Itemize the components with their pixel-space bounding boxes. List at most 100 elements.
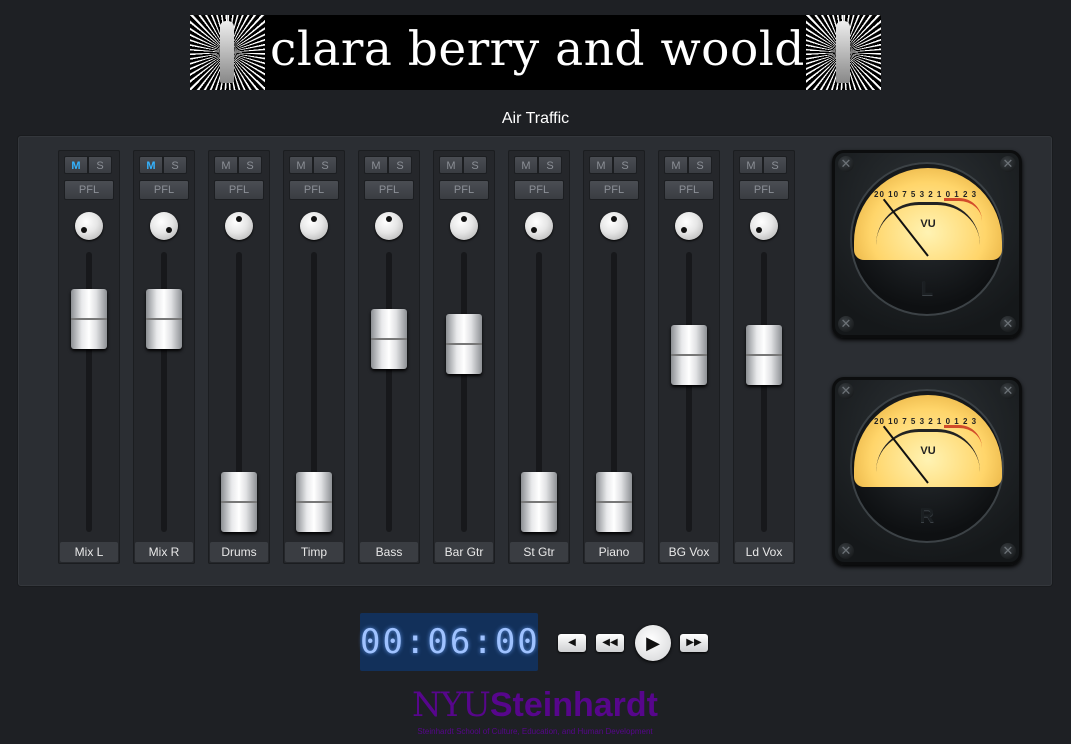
volume-fader[interactable] [296, 472, 332, 532]
pan-knob[interactable] [450, 212, 478, 240]
mute-button[interactable]: M [364, 156, 388, 174]
solo-button[interactable]: S [88, 156, 112, 174]
pfl-button[interactable]: PFL [139, 180, 189, 200]
fader-track [761, 252, 767, 532]
knob-indicator [681, 227, 687, 233]
mute-button[interactable]: M [739, 156, 763, 174]
channel-strip: M S PFL Timp [283, 150, 345, 564]
screw-icon: ✕ [838, 316, 854, 332]
knob-indicator [611, 216, 617, 222]
channel-label: Bass [360, 542, 418, 562]
mixer-console: ✕ ✕ ✕ ✕ 20 10 7 5 3 2 1 0 1 2 3 VU L ✕ ✕… [18, 136, 1052, 586]
channel-strip: M S PFL Bar Gtr [433, 150, 495, 564]
pfl-button[interactable]: PFL [439, 180, 489, 200]
pfl-button[interactable]: PFL [364, 180, 414, 200]
screw-icon: ✕ [838, 543, 854, 559]
channel-label: Drums [210, 542, 268, 562]
mute-button[interactable]: M [64, 156, 88, 174]
mute-button[interactable]: M [139, 156, 163, 174]
solo-button[interactable]: S [388, 156, 412, 174]
pfl-button[interactable]: PFL [289, 180, 339, 200]
volume-fader[interactable] [671, 324, 707, 385]
time-display: 00:06:00 [360, 613, 538, 671]
volume-fader[interactable] [596, 472, 632, 532]
channel-strip: M S PFL Bass [358, 150, 420, 564]
knob-indicator [461, 216, 467, 222]
solo-button[interactable]: S [163, 156, 187, 174]
mute-button[interactable]: M [589, 156, 613, 174]
solo-button[interactable]: S [538, 156, 562, 174]
pfl-button[interactable]: PFL [214, 180, 264, 200]
pan-knob[interactable] [75, 212, 103, 240]
pan-knob[interactable] [600, 212, 628, 240]
knob-indicator [531, 227, 537, 233]
fast-forward-button[interactable]: ▶▶ [680, 634, 708, 652]
volume-fader[interactable] [71, 289, 107, 350]
mute-button[interactable]: M [514, 156, 538, 174]
pfl-button[interactable]: PFL [589, 180, 639, 200]
knob-indicator [166, 227, 172, 233]
solo-button[interactable]: S [313, 156, 337, 174]
pfl-button[interactable]: PFL [64, 180, 114, 200]
pan-knob[interactable] [375, 212, 403, 240]
pfl-button[interactable]: PFL [514, 180, 564, 200]
vu-label: VU [920, 445, 936, 457]
solo-button[interactable]: S [613, 156, 637, 174]
volume-fader[interactable] [446, 313, 482, 374]
logo-nyu: NYU [412, 685, 491, 725]
volume-fader[interactable] [746, 324, 782, 385]
volume-fader[interactable] [146, 289, 182, 350]
volume-fader[interactable] [221, 472, 257, 532]
screw-icon: ✕ [1000, 156, 1016, 172]
pan-knob[interactable] [225, 212, 253, 240]
channel-label: Mix R [135, 542, 193, 562]
mute-button[interactable]: M [664, 156, 688, 174]
knob-indicator [756, 227, 762, 233]
knob-indicator [311, 216, 317, 222]
knob-indicator [386, 216, 392, 222]
meter-channel-label: R [919, 505, 935, 527]
nyu-steinhardt-logo: NYUSteinhardt Steinhardt School of Cultu… [400, 686, 670, 737]
artist-photo-right [806, 15, 881, 90]
logo-subtitle: Steinhardt School of Culture, Education,… [417, 727, 653, 736]
mute-button[interactable]: M [439, 156, 463, 174]
meter-scale: 20 10 7 5 3 2 1 0 1 2 3 [874, 190, 978, 199]
back-button[interactable]: ◀ [558, 634, 586, 652]
vu-label: VU [920, 218, 936, 230]
mute-button[interactable]: M [289, 156, 313, 174]
solo-button[interactable]: S [688, 156, 712, 174]
channel-strip: M S PFL Drums [208, 150, 270, 564]
solo-button[interactable]: S [763, 156, 787, 174]
fader-track [461, 252, 467, 532]
meter-scale: 20 10 7 5 3 2 1 0 1 2 3 [874, 417, 978, 426]
pfl-button[interactable]: PFL [739, 180, 789, 200]
channel-strip: M S PFL Mix L [58, 150, 120, 564]
channel-label: Mix L [60, 542, 118, 562]
pan-knob[interactable] [150, 212, 178, 240]
knob-indicator [236, 216, 242, 222]
rewind-button[interactable]: ◀◀ [596, 634, 624, 652]
mute-button[interactable]: M [214, 156, 238, 174]
fader-track [386, 252, 392, 532]
channel-label: St Gtr [510, 542, 568, 562]
artist-photo-left [190, 15, 265, 90]
song-title: Air Traffic [501, 110, 570, 127]
solo-button[interactable]: S [238, 156, 262, 174]
channel-label: Piano [585, 542, 643, 562]
channel-label: Timp [285, 542, 343, 562]
vu-meter-left: ✕ ✕ ✕ ✕ 20 10 7 5 3 2 1 0 1 2 3 VU L [832, 150, 1022, 338]
channel-strip: M S PFL Piano [583, 150, 645, 564]
solo-button[interactable]: S [463, 156, 487, 174]
pan-knob[interactable] [300, 212, 328, 240]
screw-icon: ✕ [1000, 543, 1016, 559]
channel-label: Ld Vox [735, 542, 793, 562]
pan-knob[interactable] [675, 212, 703, 240]
volume-fader[interactable] [371, 309, 407, 370]
volume-fader[interactable] [521, 472, 557, 532]
channel-strip: M S PFL Mix R [133, 150, 195, 564]
pan-knob[interactable] [525, 212, 553, 240]
artist-title: clara berry and wooldog [270, 22, 865, 77]
pfl-button[interactable]: PFL [664, 180, 714, 200]
play-button[interactable]: ▶ [635, 625, 671, 661]
pan-knob[interactable] [750, 212, 778, 240]
